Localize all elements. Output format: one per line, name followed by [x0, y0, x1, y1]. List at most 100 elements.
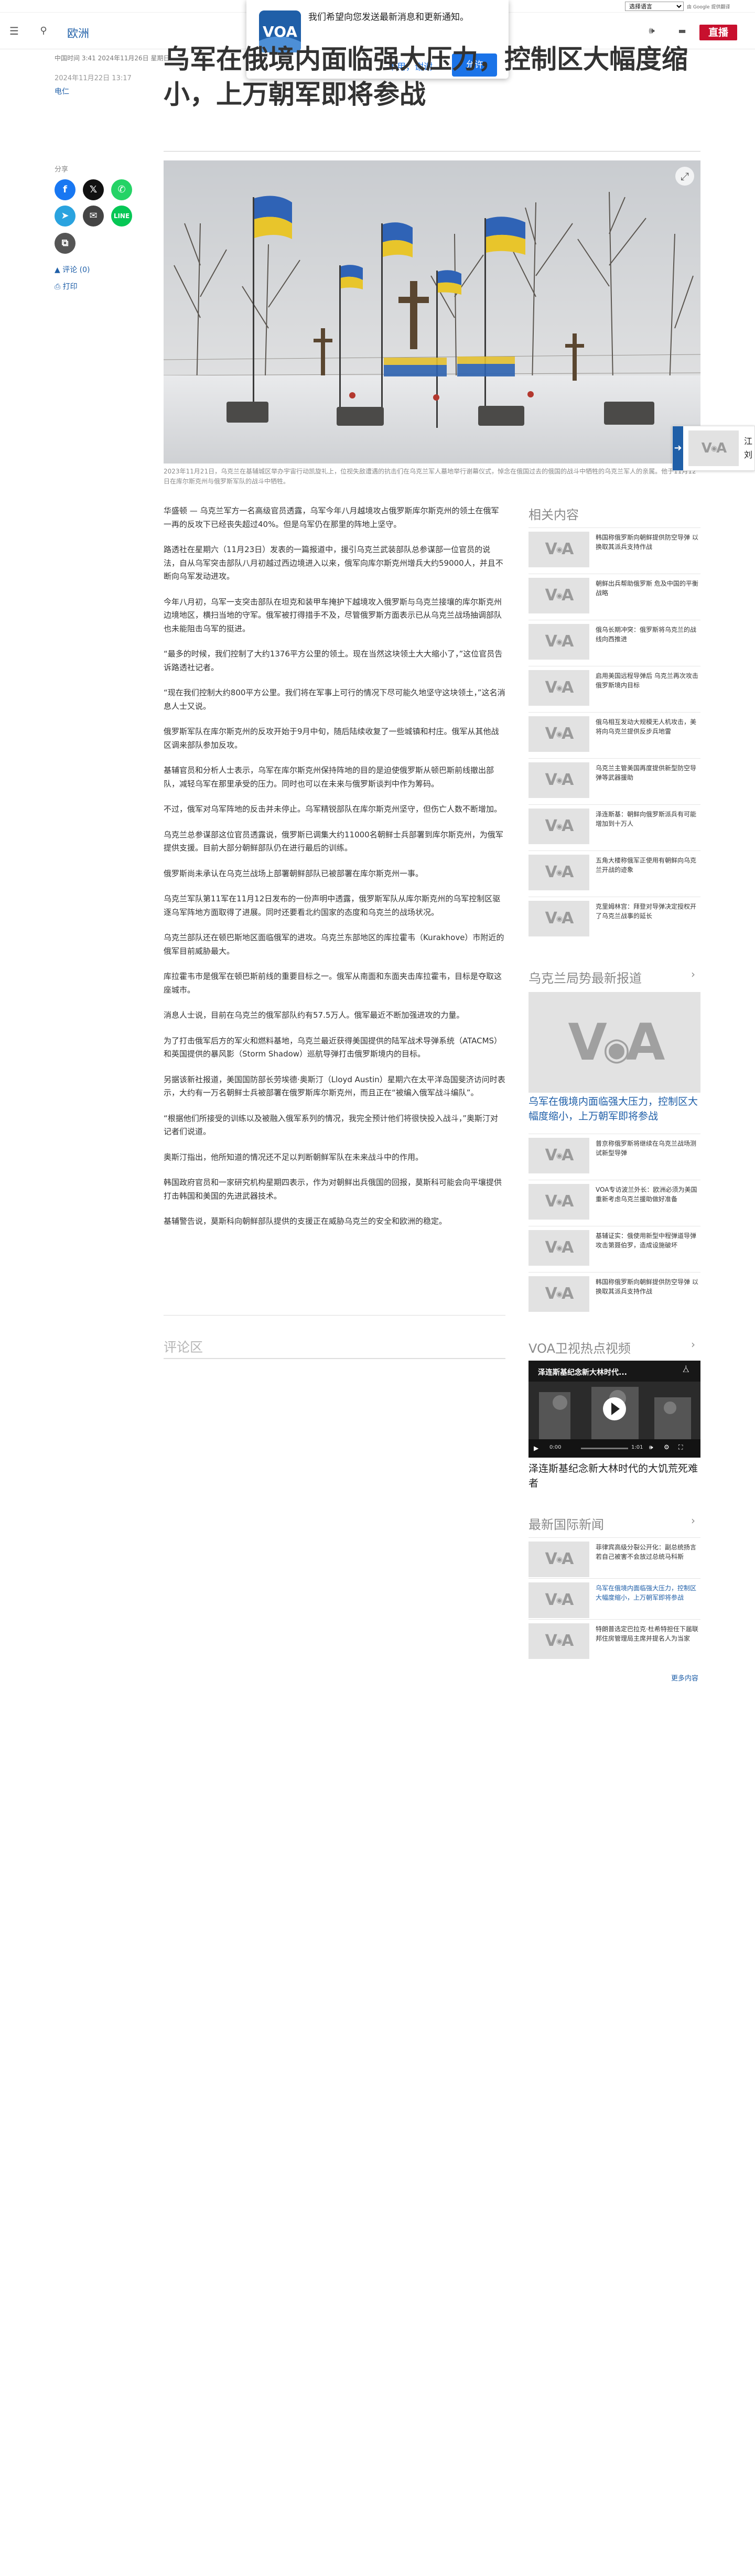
article-paragraph: 库拉霍韦市是俄军在顿巴斯前线的重要目标之一。俄军从南面和东面夹击库拉霍韦，目标是…: [164, 972, 502, 995]
list-item[interactable]: V◉A 菲律宾高级分裂公开化：副总统扬言若自己被害不会放过总统马科斯: [528, 1542, 700, 1579]
list-item-title: 朝鲜出兵帮助俄罗斯 危及中国的平衡战略: [596, 580, 698, 597]
voa-logo-thumbnail: V◉A: [528, 670, 589, 706]
voa-logo-thumbnail: V◉A: [528, 1230, 589, 1266]
ukraine-heading[interactable]: 乌克兰局势最新报道 ›: [528, 968, 695, 986]
voa-logo-thumbnail: V◉A: [528, 1542, 589, 1577]
photo-caption: 2023年11月21日，乌克兰在基辅城区举办宇宙行动凯旋礼上，位视失敌遭遇的抗击…: [164, 468, 696, 486]
line-icon[interactable]: LINE: [111, 206, 132, 227]
article-paragraph: “最多的时候，我们控制了大约1376平方公里的领土。现在当然这块领土大大缩小了，…: [164, 649, 503, 672]
list-item-title: 五角大楼称俄军正使用有朝鲜向乌克兰开战的迹象: [596, 857, 697, 874]
section-link[interactable]: 欧洲: [67, 25, 89, 41]
intl-news-heading[interactable]: 最新国际新闻 ›: [528, 1514, 695, 1533]
feature-title[interactable]: 乌军在俄境内面临强大压力，控制区大幅度缩小，上万朝军即将参战: [528, 1095, 700, 1124]
facebook-icon[interactable]: f: [55, 179, 76, 200]
list-item[interactable]: V◉A 基辅证实：俄使用新型中程弹道导弹攻击第聂伯罗，造成设施破坏: [528, 1230, 700, 1268]
share-icon[interactable]: ⧊: [683, 1366, 689, 1374]
hamburger-menu-icon[interactable]: ☰: [7, 24, 21, 38]
list-item[interactable]: V◉A 特朗普选定巴拉克·杜希特担任下届联邦住房管理局主席并提名人为当家: [528, 1623, 700, 1661]
list-item-title: 特朗普选定巴拉克·杜希特担任下届联邦住房管理局主席并提名人为当家: [596, 1625, 698, 1642]
list-item[interactable]: V◉A 克里姆林宫：拜登对导弹决定授权开了乌克兰战事的延长: [528, 901, 700, 939]
feature-thumbnail[interactable]: V◉A: [528, 992, 700, 1093]
article-paragraph: 另据该新社报道，美国国防部长劳埃德·奥斯汀（Lloyd Austin）星期六在太…: [164, 1074, 505, 1098]
article-paragraph: 为了打击俄军后方的军火和燃料基地，乌克兰最近获得美国提供的陆军战术导弹系统（AT…: [164, 1036, 502, 1059]
list-item-title: 基辅证实：俄使用新型中程弹道导弹攻击第聂伯罗，造成设施破坏: [596, 1232, 697, 1249]
list-item-title: 乌克兰主管美国再度提供新型防空导弹等武器援助: [596, 764, 697, 781]
print-link[interactable]: ⎙ 打印: [55, 281, 78, 292]
copy-link-icon[interactable]: ⧉: [55, 233, 76, 254]
language-select[interactable]: 选择语言: [625, 2, 684, 11]
expand-icon[interactable]: ⤢: [675, 167, 694, 186]
video-player[interactable]: 泽连斯基纪念新大林时代... ⧊ ▶ 0:00 1:01 🕪 ⚙ ⛶: [528, 1361, 700, 1458]
list-divider: [528, 1619, 700, 1620]
list-item[interactable]: V◉A 泽连斯基：朝鲜向俄罗斯派兵有可能增加到十万人: [528, 809, 700, 846]
video-title[interactable]: 泽连斯基纪念新大林时代的大饥荒死难者: [528, 1462, 700, 1491]
chevron-right-icon: ›: [691, 1514, 695, 1527]
author-link[interactable]: 电仁: [55, 86, 69, 96]
article-paragraph: “根据他们所接受的训练以及被融入俄军系列的情况，我完全预计他们将很快投入战斗，”…: [164, 1113, 499, 1137]
article-paragraph: 今年八月初，乌军一支突击部队在坦克和装甲车掩护下越境攻入俄罗斯与乌克兰接壤的库尔…: [164, 597, 502, 633]
list-item[interactable]: V◉A 乌军在俄境内面临强大压力，控制区大幅度缩小，上万朝军即将参战: [528, 1582, 700, 1620]
article-paragraph: 俄罗斯军队在库尔斯克州的反攻开始于9月中旬，随后陆续收复了一些城镇和村庄。俄军从…: [164, 727, 499, 750]
live-button[interactable]: 直播: [699, 25, 737, 40]
video-icon[interactable]: ▬: [675, 24, 689, 38]
list-item[interactable]: V◉A 朝鲜出兵帮助俄罗斯 危及中国的平衡战略: [528, 578, 700, 616]
audio-icon[interactable]: 🕪: [645, 24, 659, 38]
voa-logo-thumbnail: V◉A: [528, 1623, 589, 1659]
voa-logo-thumbnail: V◉A: [528, 624, 589, 660]
voa-logo-thumbnail: V◉A: [528, 1184, 589, 1220]
list-item-title: VOA专访波兰外长：欧洲必须为美国重新考虑乌克兰援助做好准备: [596, 1186, 697, 1203]
article-paragraph: 韩国政府官员和一家研究机构星期四表示，作为对朝鲜出兵俄国的回报，莫斯科可能会向平…: [164, 1178, 502, 1201]
more-news-link[interactable]: 更多内容: [671, 1673, 698, 1683]
list-item-title: 韩国称俄罗斯向朝鲜提供防空导弹 以换取其派兵支持作战: [596, 1278, 698, 1295]
list-item[interactable]: V◉A 五角大楼称俄军正使用有朝鲜向乌克兰开战的迹象: [528, 855, 700, 892]
article-paragraph: “现在我们控制大约800平方公里。我们将在军事上可行的情况下尽可能久地坚守这块领…: [164, 688, 505, 711]
title-divider: [164, 151, 700, 152]
video-overlay-title: 泽连斯基纪念新大林时代...: [538, 1368, 627, 1377]
voa-logo-thumbnail: V◉A: [528, 578, 589, 613]
list-item[interactable]: V◉A 乌克兰主管美国再度提供新型防空导弹等武器援助: [528, 762, 700, 800]
arrow-right-icon[interactable]: ➜: [673, 426, 683, 470]
video-heading[interactable]: VOA卫视热点视频 ›: [528, 1338, 695, 1356]
side-promo-tab[interactable]: ➜ V◉A 江 刘: [672, 426, 755, 471]
comments-divider: [164, 1358, 505, 1359]
list-divider: [528, 712, 700, 713]
comments-link[interactable]: ▲ 评论 (0): [55, 264, 90, 275]
settings-icon[interactable]: ⚙: [664, 1443, 670, 1451]
list-item[interactable]: V◉A 俄乌相互发动大规模无人机攻击，美将向乌克兰提供反步兵地雷: [528, 716, 700, 754]
list-divider: [528, 850, 700, 851]
list-item-title: 俄乌相互发动大规模无人机攻击，美将向乌克兰提供反步兵地雷: [596, 718, 697, 735]
list-item-title: 泽连斯基：朝鲜向俄罗斯派兵有可能增加到十万人: [596, 811, 697, 827]
email-icon[interactable]: ✉: [83, 206, 104, 227]
comments-top-divider: [164, 1315, 505, 1316]
list-item[interactable]: V◉A 韩国称俄罗斯向朝鲜提供防空导弹 以换取其派兵支持作战: [528, 532, 700, 569]
list-item[interactable]: V◉A 普京称俄罗斯将继续在乌克兰战场测试新型导弹: [528, 1138, 700, 1176]
list-divider: [528, 758, 700, 759]
play-icon[interactable]: ▶: [534, 1445, 538, 1452]
publish-date: 2024年11月22日 13:17: [55, 74, 132, 82]
article-paragraph: 乌克兰总参谋部这位官员透露说，俄罗斯已调集大约11000名朝鲜士兵部署到库尔斯克…: [164, 829, 503, 853]
article-paragraph: 基辅警告说，莫斯科向朝鲜部队提供的支援正在威胁乌克兰的安全和欧洲的稳定。: [164, 1216, 447, 1226]
x-twitter-icon[interactable]: 𝕏: [83, 179, 104, 200]
whatsapp-icon[interactable]: ✆: [111, 179, 132, 200]
chevron-right-icon: ›: [691, 1338, 695, 1351]
comments-heading: 评论区: [164, 1340, 203, 1355]
telegram-icon[interactable]: ➤: [55, 206, 76, 227]
article-body: 华盛顿 — 乌克兰军方一名高级官员透露，乌军今年八月越境攻占俄罗斯库尔斯克州的领…: [164, 504, 505, 1241]
list-divider: [528, 1578, 700, 1579]
list-item[interactable]: V◉A 启用美国远程导弹后 乌克兰再次攻击俄罗斯境内目标: [528, 670, 700, 708]
list-item-title: 启用美国远程导弹后 乌克兰再次攻击俄罗斯境内目标: [596, 672, 698, 689]
volume-icon[interactable]: 🕪: [649, 1443, 653, 1451]
hero-photo[interactable]: [164, 160, 700, 464]
list-divider: [528, 1272, 700, 1273]
comments-count: 评论 (0): [62, 266, 90, 274]
voa-logo-thumbnail: V◉A: [528, 1582, 589, 1618]
voa-logo-thumbnail: V◉A: [528, 1276, 589, 1312]
list-item[interactable]: V◉A 俄乌长期冲突：俄罗斯将乌克兰的战线向西推进: [528, 624, 700, 662]
list-divider: [528, 527, 700, 528]
search-icon[interactable]: ⚲: [37, 24, 50, 38]
article-paragraph: 路透社在星期六（11月23日）发表的一篇报道中，援引乌克兰武装部队总参谋部一位官…: [164, 545, 503, 581]
list-item[interactable]: V◉A VOA专访波兰外长：欧洲必须为美国重新考虑乌克兰援助做好准备: [528, 1184, 700, 1222]
fullscreen-icon[interactable]: ⛶: [678, 1443, 683, 1451]
list-item[interactable]: V◉A 韩国称俄罗斯向朝鲜提供防空导弹 以换取其派兵支持作战: [528, 1276, 700, 1314]
video-duration: 1:01: [631, 1445, 643, 1450]
